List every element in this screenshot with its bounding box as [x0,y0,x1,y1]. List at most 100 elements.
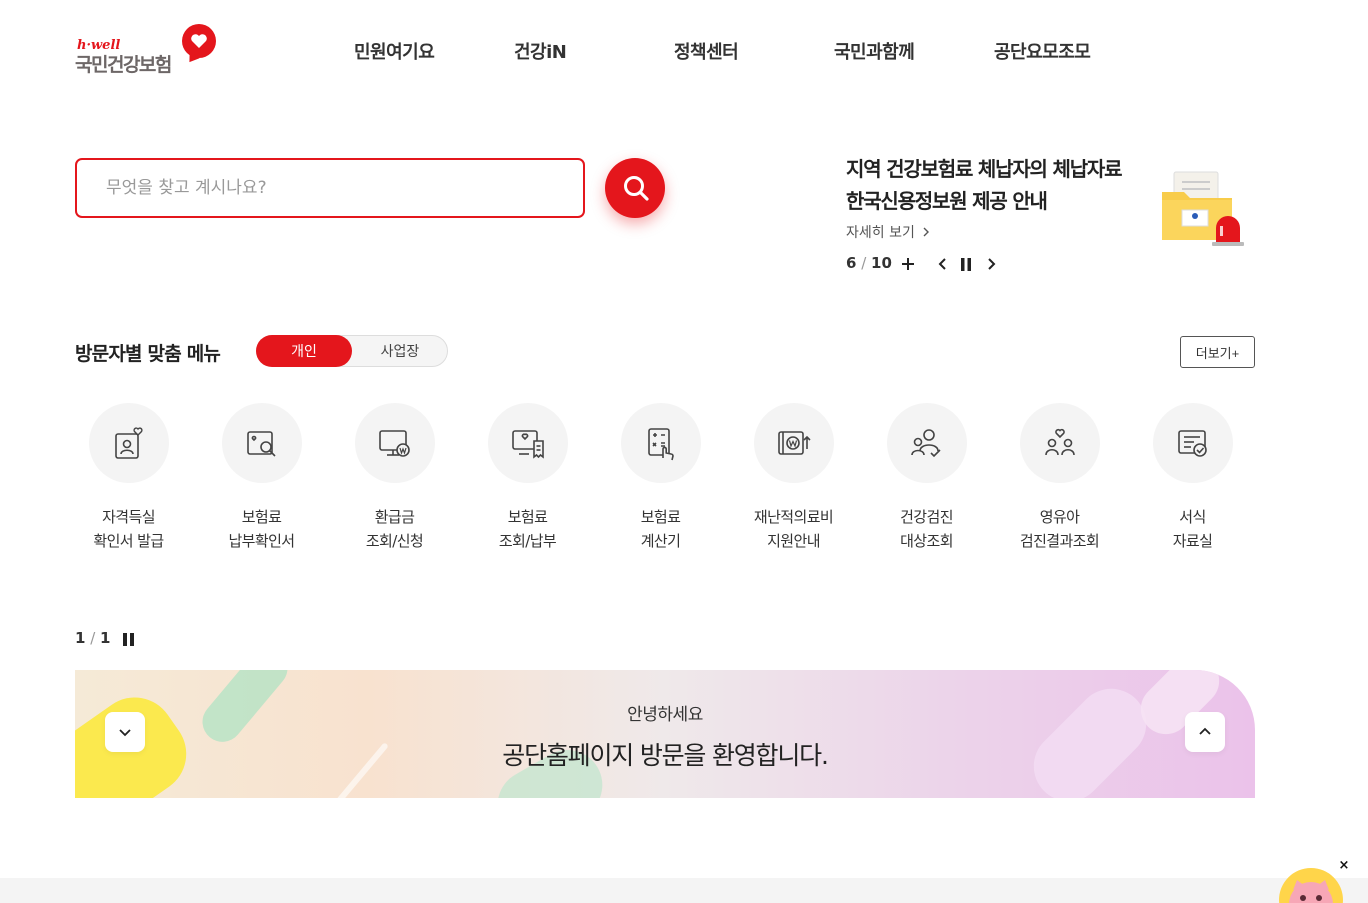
quick-item-payment-certificate[interactable]: 보험료 납부확인서 [195,403,328,563]
quick-item-label: 재난적의료비 지원안내 [727,505,860,553]
quick-item-label: 자격득실 확인서 발급 [62,505,195,553]
calculator-touch-icon [648,428,674,461]
banner-current: 1 [75,629,86,647]
quick-label-line1: 서식 [1179,508,1206,526]
site-logo[interactable]: h·well 국민건강보험 [75,24,220,76]
nav-item-with-citizens[interactable]: 국민과함께 [834,38,915,64]
quick-item-refund[interactable]: 환급금 조회/신청 [328,403,461,563]
quick-icon-wrap [754,403,834,483]
chatbot-character-button[interactable] [1279,868,1343,903]
quick-item-label: 영유아 검진결과조회 [993,505,1126,553]
welcome-message: 공단홈페이지 방문을 환영합니다. [502,741,829,770]
banner-total: 1 [100,629,111,647]
chevron-right-icon [988,258,996,270]
notice-current: 6 [846,254,857,272]
id-card-heart-icon [115,427,143,459]
nav-item-health-in[interactable]: 건강iN [514,38,567,64]
custom-menu-title: 방문자별 맞춤 메뉴 [75,343,221,365]
quick-label-line1: 보험료 [241,508,282,526]
quick-label-line2: 계산기 [640,532,681,550]
quick-label-line1: 영유아 [1039,508,1080,526]
quick-label-line1: 재난적의료비 [753,508,834,526]
banner-expand-button[interactable] [1185,712,1225,752]
quick-item-label: 보험료 납부확인서 [195,505,328,553]
document-search-icon [247,431,276,457]
quick-item-label: 건강검진 대상조회 [860,505,993,553]
quick-icon-wrap [887,403,967,483]
plus-icon [902,258,914,270]
folder-siren-illustration [1162,171,1244,246]
quick-item-label: 보험료 계산기 [594,505,727,553]
quick-icon-wrap [621,403,701,483]
quick-item-forms[interactable]: 서식 자료실 [1126,403,1259,563]
family-heart-icon [1045,428,1075,456]
quick-label-line2: 검진결과조회 [1019,532,1100,550]
nav-item-civil[interactable]: 민원여기요 [354,38,435,64]
pause-icon [961,257,971,271]
menu-more-button[interactable]: 더보기+ [1180,336,1255,368]
chevron-left-icon [938,258,946,270]
quick-icon-wrap [1153,403,1233,483]
quick-label-line2: 확인서 발급 [93,532,164,550]
quick-icon-wrap [1020,403,1100,483]
quick-label-line2: 대상조회 [900,532,953,550]
notice-counter: 6 / 10 [846,254,892,272]
notice-prev-button[interactable] [934,254,952,274]
banner-counter: 1 / 1 [75,629,111,647]
nav-item-policy[interactable]: 정책센터 [674,38,739,64]
quick-item-label: 보험료 조회/납부 [461,505,594,553]
quick-label-line1: 보험료 [507,508,548,526]
quick-item-premium-inquiry[interactable]: 보험료 조회/납부 [461,403,594,563]
notice-detail-link[interactable]: 자세히 보기 [846,222,930,242]
quick-item-infant-checkup[interactable]: 영유아 검진결과조회 [993,403,1126,563]
heart-bubble-icon [182,24,216,58]
chevron-up-icon [1199,727,1211,735]
quick-item-qualification[interactable]: 자격득실 확인서 발급 [62,403,195,563]
form-check-icon [1178,430,1207,457]
quick-label-line2: 자료실 [1172,532,1213,550]
floating-close-button[interactable]: × [1337,858,1351,874]
search-icon [624,176,649,201]
quick-label-line2: 지원안내 [767,532,820,550]
people-check-icon [911,429,941,458]
quick-icon-wrap [89,403,169,483]
banner-controls: 1 / 1 [75,629,155,649]
banner-pause-button[interactable] [123,631,137,647]
quick-item-checkup-target[interactable]: 건강검진 대상조회 [860,403,993,563]
welcome-banner: 안녕하세요 공단홈페이지 방문을 환영합니다. [75,670,1255,798]
tab-business[interactable]: 사업장 [352,335,448,367]
tab-individual[interactable]: 개인 [256,335,352,367]
quick-label-line1: 보험료 [640,508,681,526]
visitor-type-toggle: 개인 사업장 [256,335,448,367]
notice-detail-label: 자세히 보기 [846,225,915,241]
quick-item-catastrophic-medical[interactable]: 재난적의료비 지원안내 [727,403,860,563]
notice-plus-button[interactable] [899,254,917,274]
pause-icon [123,633,134,646]
logo-korean: 국민건강보험 [75,54,172,76]
notice-total: 10 [871,254,892,272]
quick-label-line1: 자격득실 [102,508,155,526]
notice-title[interactable]: 지역 건강보험료 체납자의 체납자료 한국신용정보원 제공 안내 [846,153,1176,217]
monitor-won-icon [379,430,410,457]
quick-menu-list: 자격득실 확인서 발급 보험료 납부확인서 환급금 조회/신청 보험료 조회/납… [62,403,1262,563]
notice-next-button[interactable] [982,254,1000,274]
notice-controls: 6 / 10 [846,254,1016,274]
notice-title-line2: 한국신용정보원 제공 안내 [846,189,1048,213]
quick-label-line1: 건강검진 [900,508,953,526]
quick-icon-wrap [488,403,568,483]
search-input[interactable] [77,160,583,216]
footer-strip [0,878,1368,903]
quick-label-line2: 납부확인서 [228,532,295,550]
mascot-icon [1289,880,1333,903]
notice-pause-button[interactable] [957,254,975,274]
search-button[interactable] [605,158,665,218]
notice-title-line1: 지역 건강보험료 체납자의 체납자료 [846,157,1122,181]
quick-label-line2: 조회/신청 [365,532,424,550]
monitor-receipt-icon [512,430,544,459]
nav-item-about[interactable]: 공단요모조모 [994,38,1091,64]
quick-item-calculator[interactable]: 보험료 계산기 [594,403,727,563]
quick-icon-wrap [355,403,435,483]
search-box [75,158,585,218]
quick-label-line1: 환급금 [374,508,415,526]
quick-item-label: 서식 자료실 [1126,505,1259,553]
